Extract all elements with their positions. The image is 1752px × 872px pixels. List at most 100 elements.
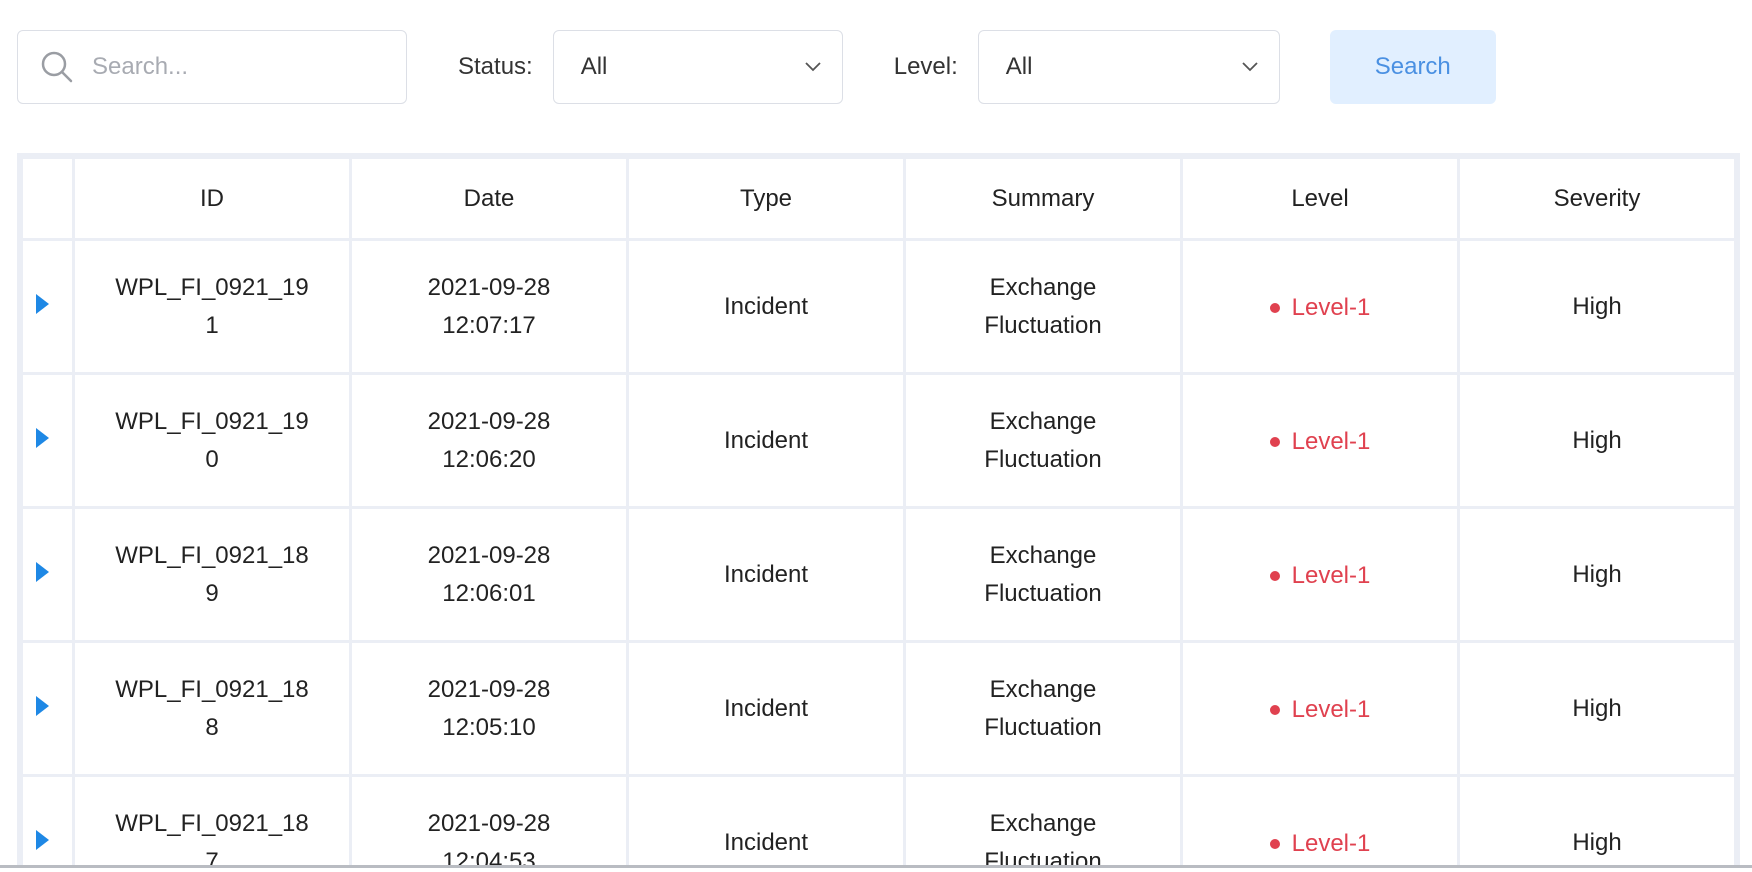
table-row[interactable]: WPL_FI_0921_18 8 2021-09-28 12:05:10 Inc… (20, 640, 1737, 777)
status-dot-icon (1269, 436, 1280, 447)
time-line: 12:07:17 (442, 311, 536, 339)
search-icon (38, 48, 76, 86)
table-header-row: ID Date Type Summary Level Severity (20, 156, 1737, 241)
caret-right-icon[interactable] (36, 829, 49, 850)
cell-date: 2021-09-28 12:06:20 (349, 372, 629, 509)
filter-bar: Status: All Level: All Search (17, 29, 1496, 105)
search-input[interactable] (90, 52, 374, 82)
level-text: Level-1 (1291, 427, 1371, 455)
cell-type: Incident (626, 640, 906, 777)
id-line: WPL_FI_0921_18 (115, 541, 309, 569)
search-box[interactable] (17, 30, 407, 104)
caret-right-icon[interactable] (36, 561, 49, 582)
status-select-value: All (580, 53, 608, 80)
table-row[interactable]: WPL_FI_0921_18 7 2021-09-28 12:04:53 Inc… (20, 774, 1737, 868)
cell-severity: High (1457, 774, 1737, 868)
column-header-summary[interactable]: Summary (903, 156, 1183, 241)
time-line: 12:06:20 (442, 445, 536, 473)
cell-summary: Exchange Fluctuation (903, 238, 1183, 375)
table-row[interactable]: WPL_FI_0921_19 1 2021-09-28 12:07:17 Inc… (20, 238, 1737, 375)
date-line: 2021-09-28 (427, 675, 551, 703)
date-line: 2021-09-28 (427, 273, 551, 301)
chevron-down-icon (804, 58, 822, 76)
level-select[interactable]: All (977, 30, 1280, 104)
cell-id: WPL_FI_0921_18 9 (72, 506, 352, 643)
cell-severity: High (1457, 238, 1737, 375)
summary-line: Fluctuation (984, 445, 1102, 473)
summary-line: Exchange (989, 407, 1097, 435)
id-line: WPL_FI_0921_18 (115, 675, 309, 703)
table-row[interactable]: WPL_FI_0921_19 0 2021-09-28 12:06:20 Inc… (20, 372, 1737, 509)
cell-severity: High (1457, 640, 1737, 777)
expand-cell[interactable] (20, 372, 75, 509)
incident-list-page: Status: All Level: All Search (0, 0, 1752, 872)
level-badge: Level-1 (1269, 691, 1371, 729)
column-header-type[interactable]: Type (626, 156, 906, 241)
level-text: Level-1 (1291, 829, 1371, 857)
id-line: 1 (205, 311, 219, 339)
search-button[interactable]: Search (1329, 30, 1496, 104)
cell-level: Level-1 (1180, 372, 1460, 509)
viewport-bottom-edge (0, 865, 1752, 868)
cell-level: Level-1 (1180, 238, 1460, 375)
status-dot-icon (1269, 704, 1280, 715)
caret-right-icon[interactable] (36, 293, 49, 314)
cell-summary: Exchange Fluctuation (903, 774, 1183, 868)
time-line: 12:06:01 (442, 579, 536, 607)
cell-level: Level-1 (1180, 774, 1460, 868)
cell-type: Incident (626, 774, 906, 868)
summary-line: Fluctuation (984, 311, 1102, 339)
id-line: 8 (205, 713, 219, 741)
level-text: Level-1 (1291, 695, 1371, 723)
cell-level: Level-1 (1180, 640, 1460, 777)
cell-severity: High (1457, 372, 1737, 509)
id-line: 9 (205, 579, 219, 607)
summary-line: Exchange (989, 809, 1097, 837)
level-filter-label: Level: (893, 53, 958, 80)
status-dot-icon (1269, 838, 1280, 849)
status-filter-label: Status: (458, 53, 533, 80)
column-header-id[interactable]: ID (72, 156, 352, 241)
date-line: 2021-09-28 (427, 809, 551, 837)
status-select[interactable]: All (552, 30, 843, 104)
id-line: WPL_FI_0921_18 (115, 809, 309, 837)
date-line: 2021-09-28 (427, 541, 551, 569)
cell-date: 2021-09-28 12:04:53 (349, 774, 629, 868)
cell-summary: Exchange Fluctuation (903, 640, 1183, 777)
summary-line: Exchange (989, 273, 1097, 301)
cell-id: WPL_FI_0921_18 8 (72, 640, 352, 777)
cell-date: 2021-09-28 12:07:17 (349, 238, 629, 375)
expand-cell[interactable] (20, 506, 75, 643)
cell-severity: High (1457, 506, 1737, 643)
expand-cell[interactable] (20, 774, 75, 868)
status-dot-icon (1269, 570, 1280, 581)
cell-level: Level-1 (1180, 506, 1460, 643)
status-dot-icon (1269, 302, 1280, 313)
level-badge: Level-1 (1269, 423, 1371, 461)
cell-date: 2021-09-28 12:05:10 (349, 640, 629, 777)
level-text: Level-1 (1291, 293, 1371, 321)
level-badge: Level-1 (1269, 557, 1370, 595)
expand-cell[interactable] (20, 640, 75, 777)
level-select-value: All (1005, 53, 1033, 80)
cell-type: Incident (626, 372, 906, 509)
cell-type: Incident (626, 506, 906, 643)
caret-right-icon[interactable] (36, 695, 49, 716)
column-header-severity[interactable]: Severity (1457, 156, 1737, 241)
summary-line: Exchange (989, 675, 1097, 703)
expand-cell[interactable] (20, 238, 75, 375)
cell-date: 2021-09-28 12:06:01 (349, 506, 629, 643)
cell-id: WPL_FI_0921_19 0 (72, 372, 352, 509)
id-line: WPL_FI_0921_19 (115, 273, 309, 301)
id-line: 0 (205, 445, 219, 473)
level-badge: Level-1 (1269, 825, 1371, 863)
date-line: 2021-09-28 (427, 407, 551, 435)
column-header-level[interactable]: Level (1180, 156, 1460, 241)
cell-summary: Exchange Fluctuation (903, 372, 1183, 509)
table-row[interactable]: WPL_FI_0921_18 9 2021-09-28 12:06:01 Inc… (20, 506, 1737, 643)
caret-right-icon[interactable] (36, 427, 49, 448)
incident-table: ID Date Type Summary Level Severity WPL_… (20, 156, 1737, 868)
time-line: 12:05:10 (442, 713, 536, 741)
column-header-date[interactable]: Date (349, 156, 629, 241)
cell-type: Incident (626, 238, 906, 375)
